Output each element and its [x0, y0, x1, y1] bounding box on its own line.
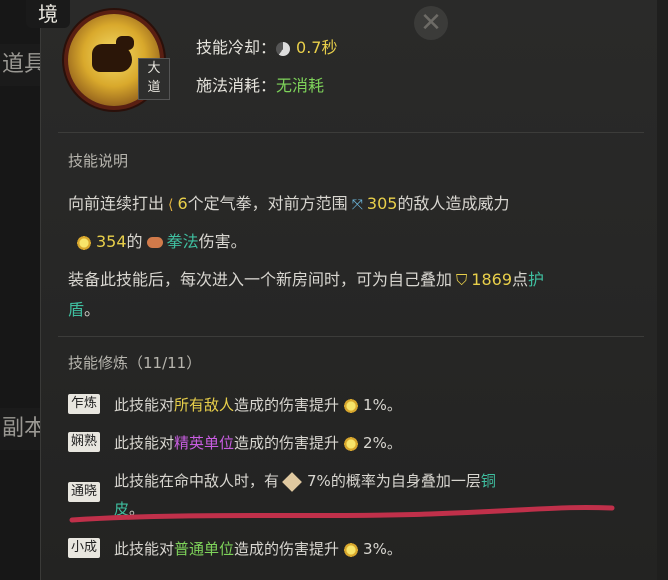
train-text: 此技能对 [114, 540, 175, 558]
train-target: 普通单位 [174, 540, 235, 558]
sun-icon [343, 541, 360, 558]
red-underline [69, 504, 615, 523]
train-text: 造成的伤害提升 [234, 540, 340, 558]
train-tag: 小成 [68, 538, 101, 558]
train-value: 3%。 [363, 540, 402, 558]
train-item: 此技能对普通单位造成的伤害提升 3%。 [114, 538, 402, 559]
